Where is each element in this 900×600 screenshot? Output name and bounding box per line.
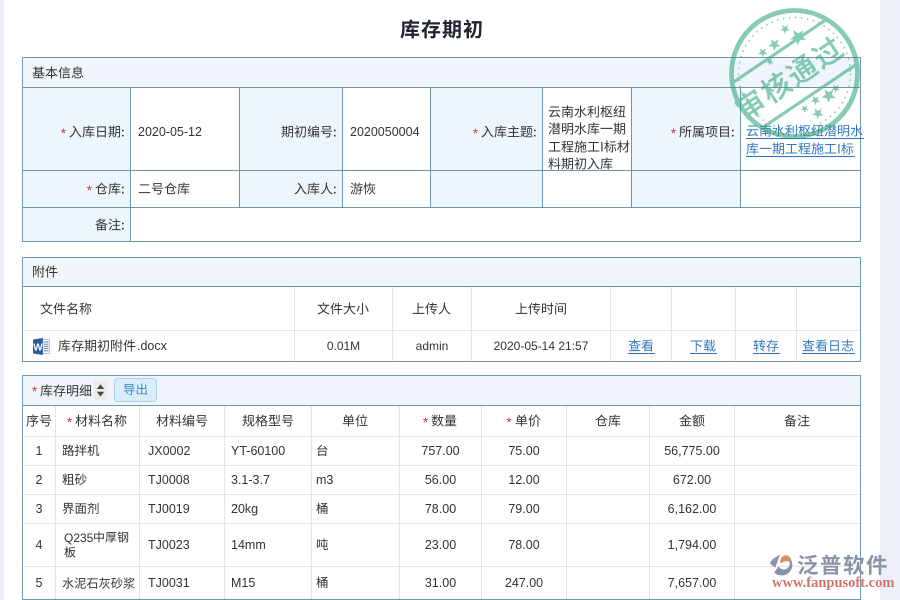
svg-text:W: W — [33, 342, 43, 353]
